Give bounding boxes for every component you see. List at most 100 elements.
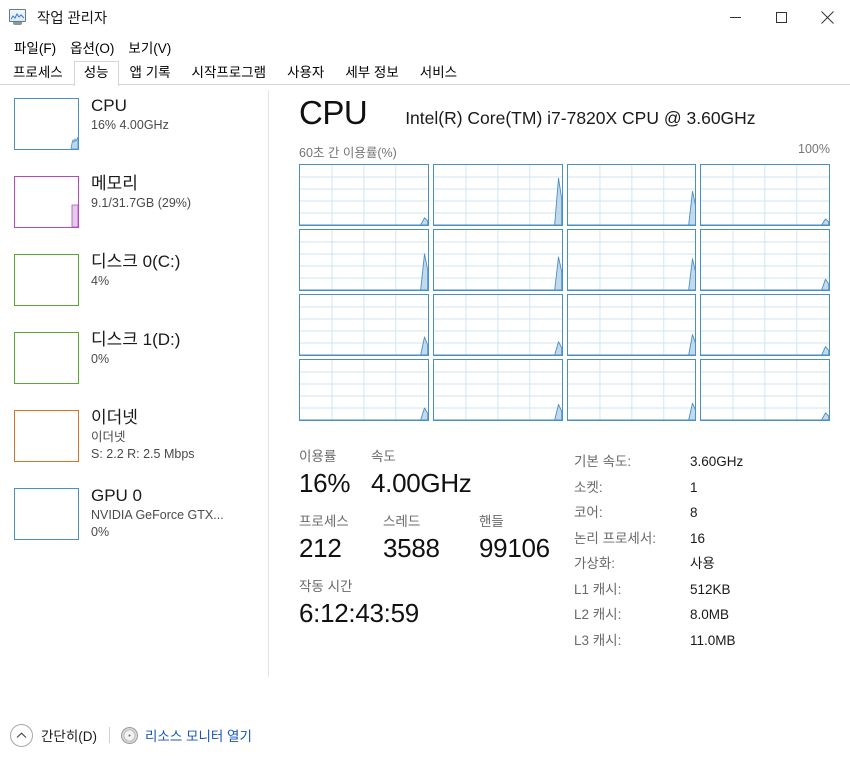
spec-value-l2-cache: 8.0MB <box>690 607 730 622</box>
sidebar-item-ethernet[interactable]: 이더넷 이더넷 S: 2.2 R: 2.5 Mbps <box>0 407 268 485</box>
cpu-core-graph[interactable] <box>700 294 830 356</box>
cpu-core-graph[interactable] <box>566 359 697 421</box>
cpu-core-graph[interactable] <box>566 164 697 226</box>
graph-axis-right-label: 100% <box>798 142 830 156</box>
tab-app-history[interactable]: 앱 기록 <box>120 61 181 85</box>
cpu-core-graph[interactable] <box>432 359 563 421</box>
fewer-details-button[interactable]: 간단히(D) <box>10 723 97 747</box>
window-title: 작업 관리자 <box>37 10 108 27</box>
sidebar-item-disk1-sub: 0% <box>91 352 110 366</box>
tab-users[interactable]: 사용자 <box>277 61 334 85</box>
stat-threads-value: 3588 <box>383 533 440 563</box>
cpu-core-graph[interactable] <box>299 294 429 356</box>
graph-trace <box>300 336 428 355</box>
cpu-core-graph[interactable] <box>432 294 563 356</box>
graph-trace <box>701 218 829 225</box>
stat-utilization-label: 이용률 <box>299 449 337 464</box>
stat-threads: 스레드 3588 <box>383 512 479 565</box>
memory-thumbnail-graph <box>14 176 79 228</box>
graph-trace <box>701 278 829 290</box>
stat-processes: 프로세스 212 <box>299 512 383 565</box>
tab-details[interactable]: 세부 정보 <box>335 61 408 85</box>
sidebar-item-disk0[interactable]: 디스크 0(C:) 4% <box>0 251 268 329</box>
spec-row-l2-cache: L2 캐시: 8.0MB <box>574 602 830 628</box>
stat-processes-label: 프로세스 <box>299 514 349 529</box>
sidebar-item-disk0-sub: 4% <box>91 274 110 288</box>
spec-value-sockets: 1 <box>690 479 698 495</box>
memory-thumbnail-trace <box>71 204 78 227</box>
cpu-core-graph[interactable] <box>299 164 429 226</box>
close-button[interactable] <box>804 0 850 34</box>
stat-row-utilization-speed: 이용률 16% 속도 4.00GHz <box>299 447 571 500</box>
cpu-core-graph[interactable] <box>432 164 563 226</box>
gpu0-thumbnail-graph <box>14 488 79 540</box>
chart-wave-icon <box>11 13 24 20</box>
cpu-stats-area: 이용률 16% 속도 4.00GHz 프로세스 212 스레드 3588 핸들 … <box>299 447 830 653</box>
cpu-core-graph[interactable] <box>299 359 429 421</box>
maximize-button[interactable] <box>758 0 804 34</box>
spec-row-cores: 코어: 8 <box>574 500 830 526</box>
sidebar-item-disk1[interactable]: 디스크 1(D:) 0% <box>0 329 268 407</box>
spec-value-virtualization: 사용 <box>690 556 715 571</box>
cpu-thumbnail-graph <box>14 98 79 150</box>
cpu-stats-left: 이용률 16% 속도 4.00GHz 프로세스 212 스레드 3588 핸들 … <box>299 447 571 653</box>
cpu-core-graph[interactable] <box>566 294 697 356</box>
task-manager-icon <box>9 8 29 26</box>
graph-axis-left-label: 60초 간 이용률(%) <box>299 146 397 160</box>
minimize-icon <box>729 16 741 18</box>
graph-trace <box>433 403 562 420</box>
graph-trace <box>701 346 829 355</box>
page-title: CPU <box>299 94 368 131</box>
menu-item-options[interactable]: 옵션(O) <box>63 35 121 60</box>
tab-services[interactable]: 서비스 <box>410 61 467 85</box>
performance-content: CPU 16% 4.00GHz 메모리 9.1/31.7GB (29%) 디스크… <box>0 85 850 677</box>
cpu-core-graph[interactable] <box>432 229 563 291</box>
spec-row-l1-cache: L1 캐시: 512KB <box>574 577 830 603</box>
spec-row-sockets: 소켓: 1 <box>574 475 830 501</box>
spec-value-cores: 8 <box>690 505 698 520</box>
spec-row-base-speed: 기본 속도: 3.60GHz <box>574 449 830 475</box>
disk0-thumbnail-graph <box>14 254 79 306</box>
sidebar-item-gpu0-title: GPU 0 <box>91 486 143 505</box>
tab-processes[interactable]: 프로세스 <box>3 61 73 85</box>
sidebar-item-cpu[interactable]: CPU 16% 4.00GHz <box>0 95 268 173</box>
cpu-detail-panel: CPU Intel(R) Core(TM) i7-7820X CPU @ 3.6… <box>268 85 850 677</box>
sidebar-item-ethernet-sub2: S: 2.2 R: 2.5 Mbps <box>91 447 195 461</box>
menu-item-view[interactable]: 보기(V) <box>121 35 178 60</box>
open-resource-monitor-link[interactable]: 리소스 모니터 열기 <box>121 725 252 745</box>
stat-handles-label: 핸들 <box>479 514 504 529</box>
cpu-core-graph[interactable] <box>566 229 697 291</box>
stat-speed: 속도 4.00GHz <box>371 447 472 500</box>
spec-key-l1-cache: L1 캐시: <box>574 581 622 597</box>
cpu-core-graph[interactable] <box>700 359 830 421</box>
spec-row-l3-cache: L3 캐시: 11.0MB <box>574 628 830 654</box>
cpu-core-graph[interactable] <box>700 164 830 226</box>
cpu-spec-list: 기본 속도: 3.60GHz 소켓: 1 코어: 8 논리 프로세서: 16 가… <box>571 447 830 653</box>
minimize-button[interactable] <box>712 0 758 34</box>
stat-uptime: 작동 시간 6:12:43:59 <box>299 577 571 630</box>
resource-monitor-label: 리소스 모니터 열기 <box>145 729 252 744</box>
spec-key-cores: 코어: <box>574 505 603 520</box>
tab-startup[interactable]: 시작프로그램 <box>182 61 277 85</box>
logical-processor-graphs[interactable] <box>299 164 830 421</box>
disk1-thumbnail-graph <box>14 332 79 384</box>
stat-uptime-value: 6:12:43:59 <box>299 598 419 628</box>
sidebar-item-memory[interactable]: 메모리 9.1/31.7GB (29%) <box>0 173 268 251</box>
resource-sidebar: CPU 16% 4.00GHz 메모리 9.1/31.7GB (29%) 디스크… <box>0 85 268 677</box>
cpu-core-graph[interactable] <box>299 229 429 291</box>
sidebar-item-cpu-title: CPU <box>91 96 127 115</box>
sidebar-item-disk1-title: 디스크 1(D:) <box>91 330 181 349</box>
spec-value-l1-cache: 512KB <box>690 581 731 597</box>
tab-performance[interactable]: 성능 <box>73 61 119 86</box>
sidebar-item-gpu0[interactable]: GPU 0 NVIDIA GeForce GTX... 0% <box>0 485 268 563</box>
resource-monitor-icon <box>121 726 139 744</box>
graph-trace <box>701 412 829 420</box>
spec-row-virtualization: 가상화: 사용 <box>574 551 830 577</box>
spec-value-l3-cache: 11.0MB <box>690 632 736 648</box>
stat-speed-value: 4.00GHz <box>371 468 472 498</box>
graph-trace <box>433 341 562 355</box>
cpu-core-graph[interactable] <box>700 229 830 291</box>
stat-handles-value: 99106 <box>479 533 550 563</box>
menu-item-file[interactable]: 파일(F) <box>7 35 63 60</box>
graph-trace <box>300 407 428 420</box>
